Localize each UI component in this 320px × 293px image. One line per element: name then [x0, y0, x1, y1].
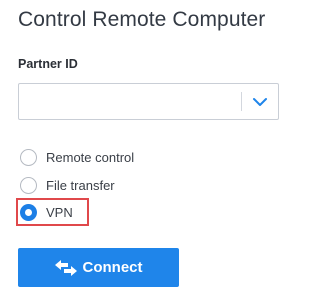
partner-id-input[interactable] [27, 90, 241, 114]
control-remote-computer-panel: Control Remote Computer Partner ID Remot… [0, 0, 316, 293]
partner-id-combobox[interactable] [18, 83, 279, 120]
page-title: Control Remote Computer [18, 8, 266, 31]
connect-button-label: Connect [82, 259, 143, 276]
radio-option-remote-control[interactable]: Remote control [20, 146, 134, 168]
radio-button[interactable] [20, 176, 37, 194]
chevron-down-icon[interactable] [249, 92, 271, 112]
radio-button[interactable] [20, 148, 37, 166]
swap-arrows-icon [54, 259, 77, 276]
connect-button[interactable]: Connect [18, 248, 179, 287]
partner-id-label: Partner ID [18, 57, 78, 71]
vpn-highlight-box [16, 198, 89, 226]
radio-option-file-transfer[interactable]: File transfer [20, 174, 115, 196]
combo-divider [241, 92, 242, 111]
radio-label: File transfer [46, 177, 115, 193]
radio-label: Remote control [46, 149, 135, 165]
